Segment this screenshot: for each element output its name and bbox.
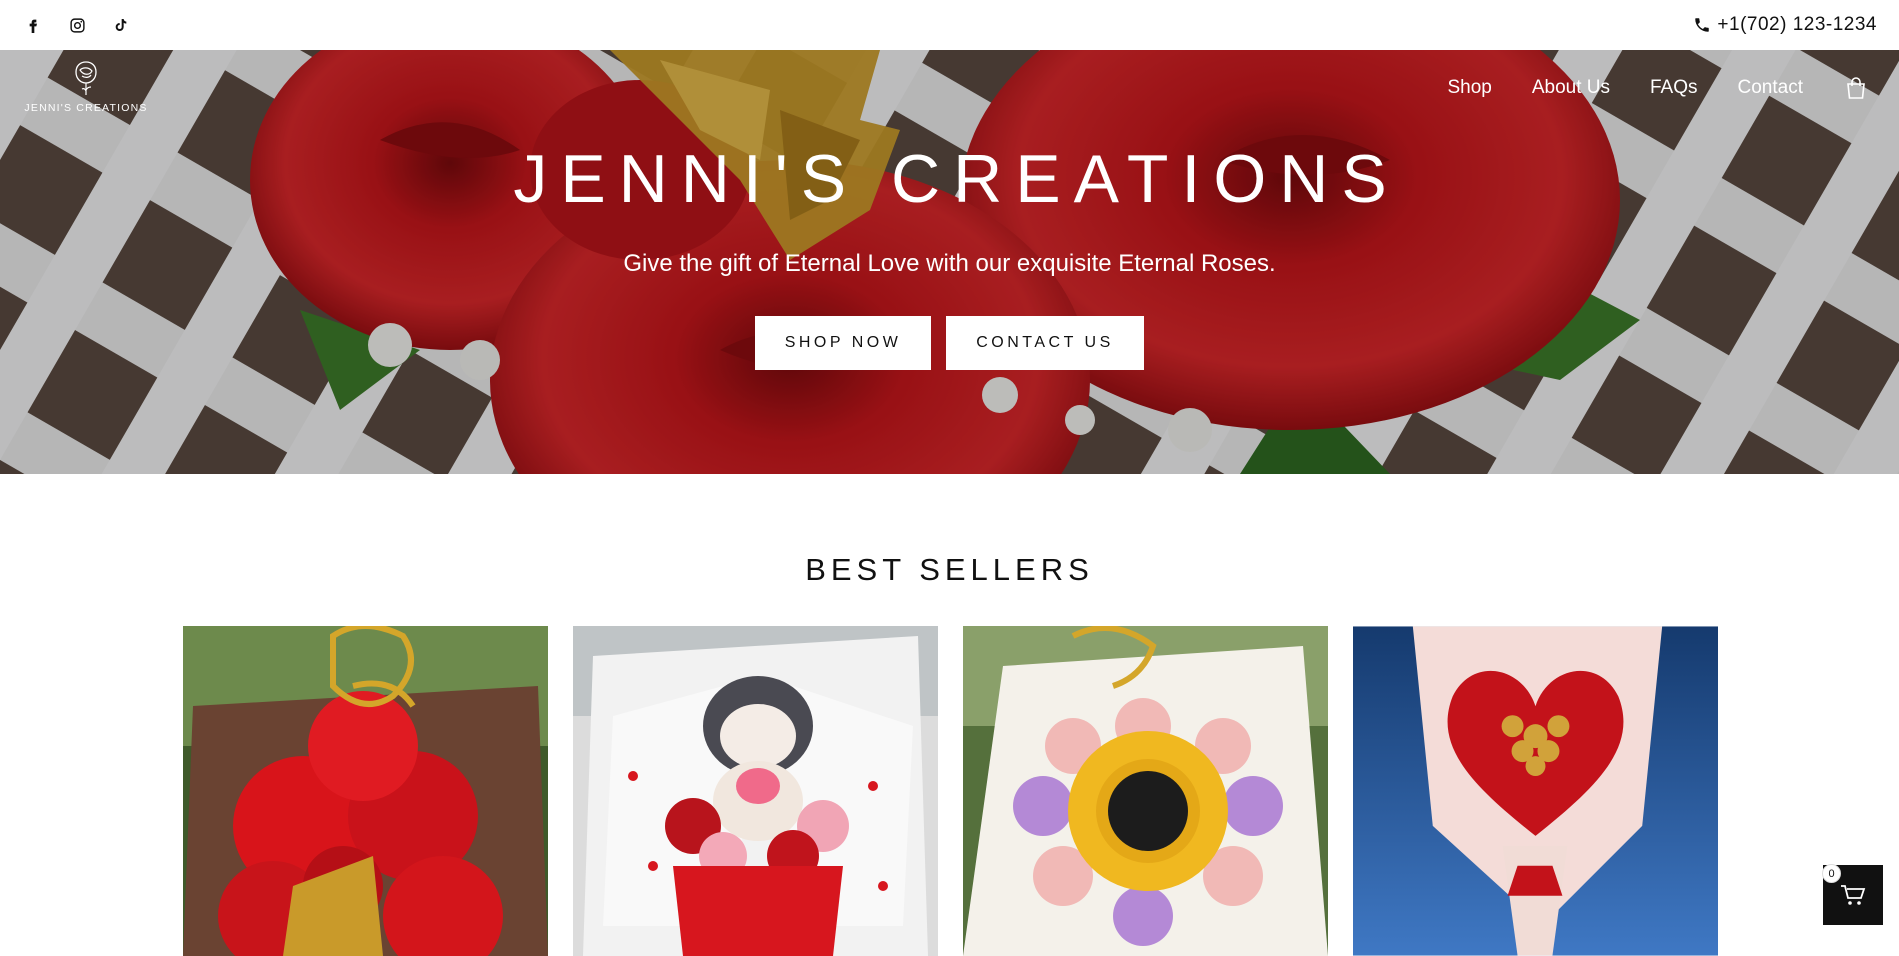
phone-contact[interactable]: +1(702) 123-1234 <box>1693 14 1877 36</box>
product-card-4[interactable] <box>1353 626 1719 956</box>
nav-contact[interactable]: Contact <box>1738 77 1803 99</box>
hero-content: JENNI'S CREATIONS Give the gift of Etern… <box>0 140 1899 370</box>
cart-icon <box>1841 885 1866 905</box>
nav-faqs[interactable]: FAQs <box>1650 77 1698 99</box>
top-bar: +1(702) 123-1234 <box>0 0 1899 50</box>
nav-shop[interactable]: Shop <box>1447 77 1491 99</box>
hero-banner: JENNI'S CREATIONS Shop About Us FAQs Con… <box>0 50 1899 474</box>
hero-subtitle: Give the gift of Eternal Love with our e… <box>623 250 1276 277</box>
nav-about-us[interactable]: About Us <box>1532 77 1610 99</box>
sunflower-bouquet-image <box>963 626 1328 956</box>
phone-icon <box>1695 18 1710 32</box>
contact-us-button[interactable]: CONTACT US <box>946 316 1144 370</box>
kuromi-bouquet-image <box>573 626 938 956</box>
product-grid <box>183 626 1719 956</box>
facebook-icon[interactable] <box>24 16 42 34</box>
instagram-icon[interactable] <box>68 16 86 34</box>
shop-now-button[interactable]: SHOP NOW <box>755 316 931 370</box>
tiktok-icon[interactable] <box>112 16 130 34</box>
hero-title: JENNI'S CREATIONS <box>513 141 1400 217</box>
cart-count-badge: 0 <box>1822 864 1841 883</box>
rose-logo-icon <box>75 61 97 95</box>
logo-text: JENNI'S CREATIONS <box>24 102 148 114</box>
product-card-1[interactable] <box>183 626 548 956</box>
heart-ferrero-bouquet-image <box>1353 626 1718 956</box>
hero-buttons: SHOP NOW CONTACT US <box>0 316 1899 370</box>
site-logo[interactable]: JENNI'S CREATIONS <box>22 58 150 114</box>
best-sellers-title: BEST SELLERS <box>805 552 1094 587</box>
phone-number: +1(702) 123-1234 <box>1717 14 1877 35</box>
product-card-2[interactable] <box>573 626 938 956</box>
social-links <box>24 16 130 34</box>
red-roses-bouquet-image <box>183 626 548 956</box>
product-card-3[interactable] <box>963 626 1328 956</box>
shopping-bag-icon[interactable] <box>1845 76 1867 100</box>
main-nav: Shop About Us FAQs Contact <box>1407 76 1867 100</box>
